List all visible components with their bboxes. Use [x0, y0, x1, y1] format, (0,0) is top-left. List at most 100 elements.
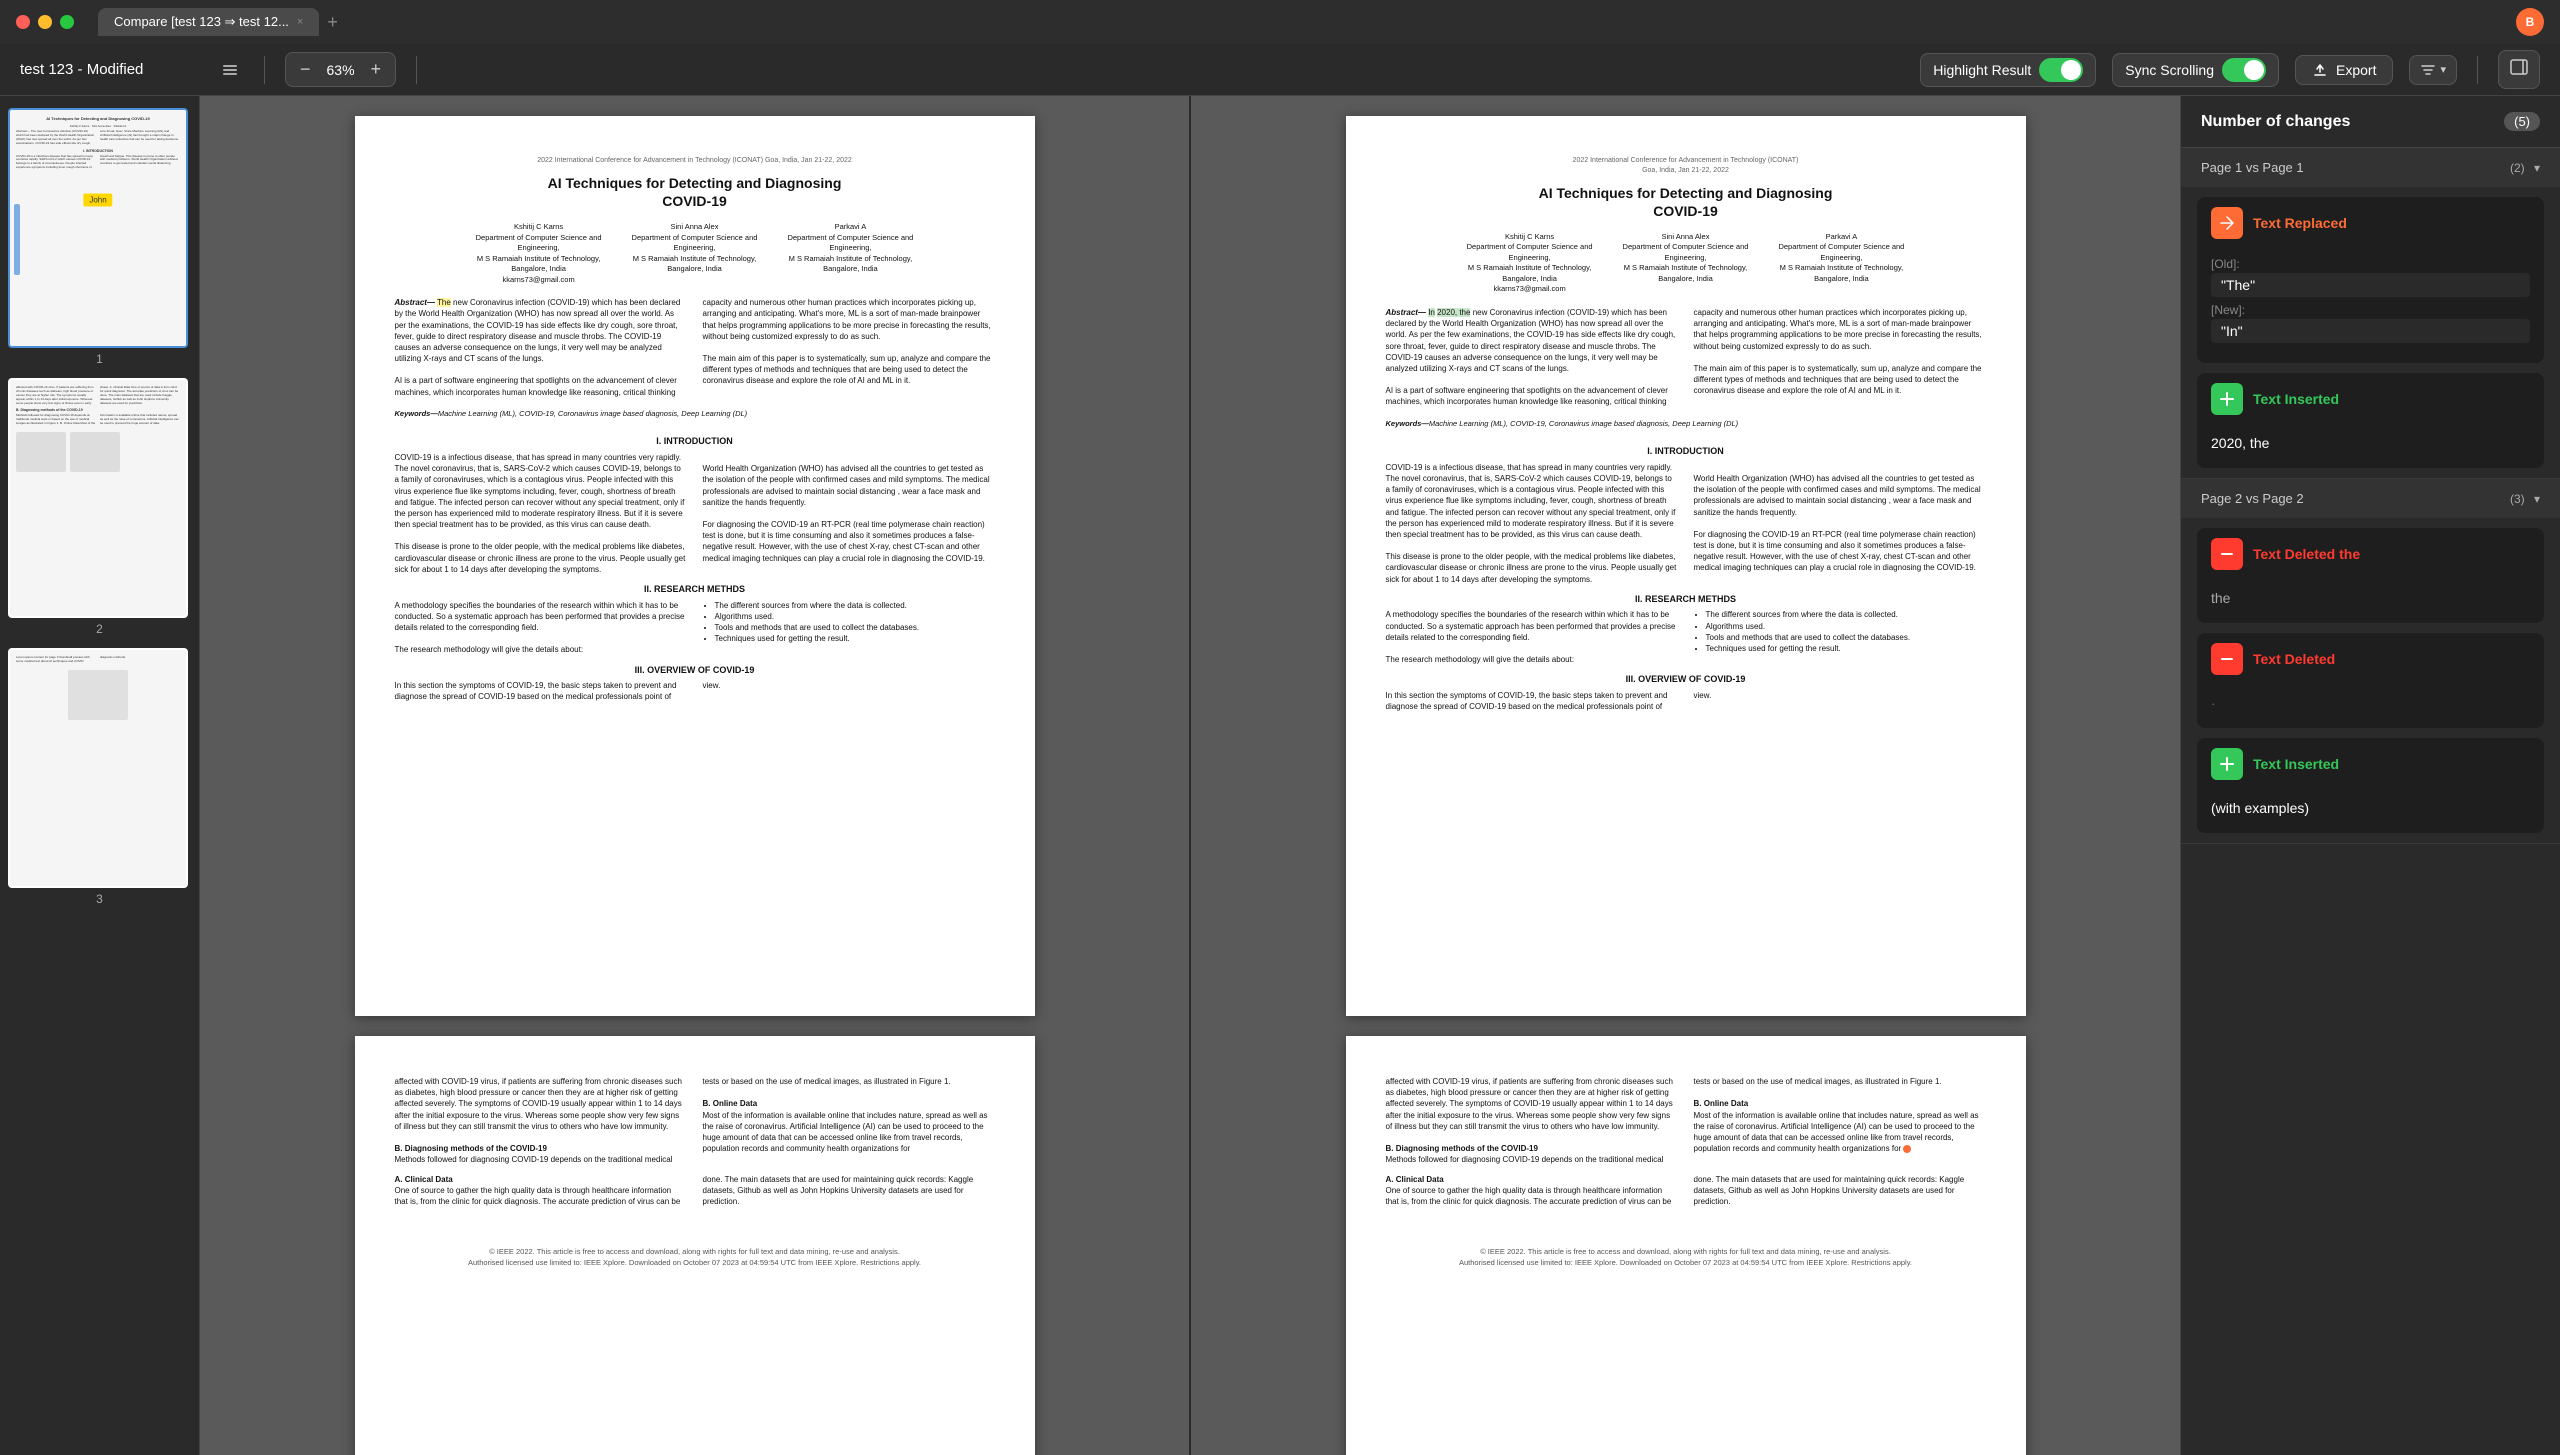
right-doc-abstract: Abstract— In 2020, the new Coronavirus i…: [1386, 307, 1986, 408]
doc-title: test 123 - Modified: [20, 61, 200, 78]
sync-scrolling-toggle[interactable]: Sync Scrolling: [2112, 53, 2279, 87]
new-value: "In": [2211, 319, 2530, 343]
zoom-controls: − 63% +: [285, 52, 396, 87]
filter-chevron: ▾: [2440, 63, 2446, 76]
page-section-1-header[interactable]: Page 1 vs Page 1 (2) ▾: [2181, 148, 2560, 187]
change-card-inserted-1-header: Text Inserted: [2197, 373, 2544, 425]
layers-button[interactable]: [216, 58, 244, 82]
documents-area: 2022 International Conference for Advanc…: [200, 96, 2180, 1455]
old-value: "The": [2211, 273, 2530, 297]
right-doc-copyright: © IEEE 2022. This article is free to acc…: [1386, 1247, 1986, 1268]
thumb-page-num-1: 1: [8, 352, 191, 366]
left-doc-page-2: affected with COVID-19 virus, if patient…: [355, 1036, 1035, 1455]
minimize-button[interactable]: [38, 15, 52, 29]
page-section-1-count: (2) ▾: [2510, 161, 2540, 175]
thumbnail-page-2[interactable]: affected with COVID-19 virus. If patient…: [8, 378, 191, 636]
zoom-value: 63%: [323, 62, 359, 78]
right-doc-page-2: affected with COVID-19 virus, if patient…: [1346, 1036, 2026, 1455]
new-value-row: [New]: "In": [2211, 303, 2530, 343]
left-doc-keywords: Keywords—Machine Learning (ML), COVID-19…: [395, 408, 995, 420]
deleted-icon-the: [2211, 538, 2243, 570]
page-section-2: Page 2 vs Page 2 (3) ▾ Text Deleted the: [2181, 479, 2560, 844]
deleted-label: Text Deleted: [2253, 651, 2335, 667]
left-doc-abstract: Abstract— The new Coronavirus infection …: [395, 297, 995, 398]
left-doc-section: I. INTRODUCTION COVID-19 is a infectious…: [395, 427, 995, 702]
thumb-annotation-bar: [14, 204, 20, 275]
thumbnail-img-1: AI Techniques for Detecting and Diagnosi…: [8, 108, 188, 348]
left-doc-header: 2022 International Conference for Advanc…: [395, 156, 995, 166]
sidebar-toggle-button[interactable]: [2498, 50, 2540, 89]
tab-add-icon[interactable]: +: [327, 12, 338, 33]
toolbar: test 123 - Modified − 63% + Highlight Re…: [0, 44, 2560, 96]
thumb-page-num-2: 2: [8, 622, 191, 636]
change-card-inserted-1: Text Inserted 2020, the: [2197, 373, 2544, 468]
highlight-result-knob: [2061, 60, 2081, 80]
toolbar-divider-1: [264, 56, 265, 84]
section-2-chevron-icon: ▾: [2534, 492, 2540, 506]
left-doc-page-1: 2022 International Conference for Advanc…: [355, 116, 1035, 1016]
change-card-deleted-the-header: Text Deleted the: [2197, 528, 2544, 580]
deleted-content: ·: [2197, 685, 2544, 728]
change-card-replaced: Text Replaced [Old]: "The" [New]: "In": [2197, 197, 2544, 363]
tab-close-icon[interactable]: ×: [297, 16, 303, 28]
close-button[interactable]: [16, 15, 30, 29]
old-value-row: [Old]: "The": [2211, 257, 2530, 297]
export-label: Export: [2336, 62, 2376, 78]
deleted-label-the: Text Deleted the: [2253, 546, 2360, 562]
right-doc-title: AI Techniques for Detecting and Diagnosi…: [1386, 184, 1986, 220]
right-doc-authors: Kshitij C Karns Department of Computer S…: [1386, 232, 1986, 295]
right-doc-panel[interactable]: 2022 International Conference for Advanc…: [1191, 96, 2180, 1455]
inserted-content-1: 2020, the: [2197, 425, 2544, 468]
replaced-label: Text Replaced: [2253, 215, 2347, 231]
thumbnail-img-3: Lorem ipsum content for page 3 thumbnail…: [8, 648, 188, 888]
toolbar-divider-3: [2477, 56, 2478, 84]
right-doc-keywords: Keywords—Machine Learning (ML), COVID-19…: [1386, 418, 1986, 430]
toolbar-divider-2: [416, 56, 417, 84]
thumbnail-page-1[interactable]: AI Techniques for Detecting and Diagnosi…: [8, 108, 191, 366]
change-card-replaced-body: [Old]: "The" [New]: "In": [2197, 249, 2544, 363]
zoom-decrease-button[interactable]: −: [296, 57, 315, 82]
page-section-1: Page 1 vs Page 1 (2) ▾ Text Replaced: [2181, 148, 2560, 479]
highlight-result-toggle[interactable]: Highlight Result: [1920, 53, 2096, 87]
highlight-result-switch[interactable]: [2039, 58, 2083, 82]
change-card-replaced-header: Text Replaced: [2197, 197, 2544, 249]
replaced-icon: [2211, 207, 2243, 239]
change-card-inserted-2: Text Inserted (with examples): [2197, 738, 2544, 833]
page-section-2-count: (3) ▾: [2510, 492, 2540, 506]
zoom-increase-button[interactable]: +: [367, 57, 386, 82]
sync-scrolling-switch[interactable]: [2222, 58, 2266, 82]
changes-title: Number of changes: [2201, 113, 2350, 131]
inserted-label-1: Text Inserted: [2253, 391, 2339, 407]
highlight-result-label: Highlight Result: [1933, 62, 2031, 78]
deleted-icon: [2211, 643, 2243, 675]
tab-label: Compare [test 123 ⇒ test 12...: [114, 14, 289, 30]
new-label: [New]:: [2211, 303, 2530, 317]
left-doc-panel[interactable]: 2022 International Conference for Advanc…: [200, 96, 1191, 1455]
export-button[interactable]: Export: [2295, 55, 2393, 85]
right-doc-header: 2022 International Conference for Advanc…: [1386, 156, 1986, 176]
left-doc-copyright: © IEEE 2022. This article is free to acc…: [395, 1247, 995, 1268]
filter-button[interactable]: ▾: [2409, 55, 2457, 85]
right-doc-page-1: 2022 International Conference for Advanc…: [1346, 116, 2026, 1016]
sync-scrolling-label: Sync Scrolling: [2125, 62, 2214, 78]
thumb-content-2: affected with COVID-19 virus. If patient…: [10, 380, 186, 616]
old-label: [Old]:: [2211, 257, 2530, 271]
change-card-inserted-2-header: Text Inserted: [2197, 738, 2544, 790]
left-doc-page2-content: affected with COVID-19 virus, if patient…: [395, 1076, 995, 1166]
main-layout: AI Techniques for Detecting and Diagnosi…: [0, 96, 2560, 1455]
thumb-content-3: Lorem ipsum content for page 3 thumbnail…: [10, 650, 186, 886]
page-section-2-header[interactable]: Page 2 vs Page 2 (3) ▾: [2181, 479, 2560, 518]
left-doc-page2-content-b: A. Clinical Data One of source to gather…: [395, 1174, 995, 1208]
user-avatar: B: [2516, 8, 2544, 36]
thumbnail-img-2: affected with COVID-19 virus. If patient…: [8, 378, 188, 618]
maximize-button[interactable]: [60, 15, 74, 29]
inserted-icon-2: [2211, 748, 2243, 780]
thumbnail-page-3[interactable]: Lorem ipsum content for page 3 thumbnail…: [8, 648, 191, 906]
left-doc-title: AI Techniques for Detecting and Diagnosi…: [395, 174, 995, 210]
right-doc-page2-content-b: A. Clinical Data One of source to gather…: [1386, 1174, 1986, 1208]
inserted-content-2: (with examples): [2197, 790, 2544, 833]
right-doc-section: I. INTRODUCTION COVID-19 is a infectious…: [1386, 437, 1986, 712]
changes-panel: Number of changes (5) Page 1 vs Page 1 (…: [2180, 96, 2560, 1455]
active-tab[interactable]: Compare [test 123 ⇒ test 12... ×: [98, 8, 319, 36]
deleted-content-the: the: [2197, 580, 2544, 623]
